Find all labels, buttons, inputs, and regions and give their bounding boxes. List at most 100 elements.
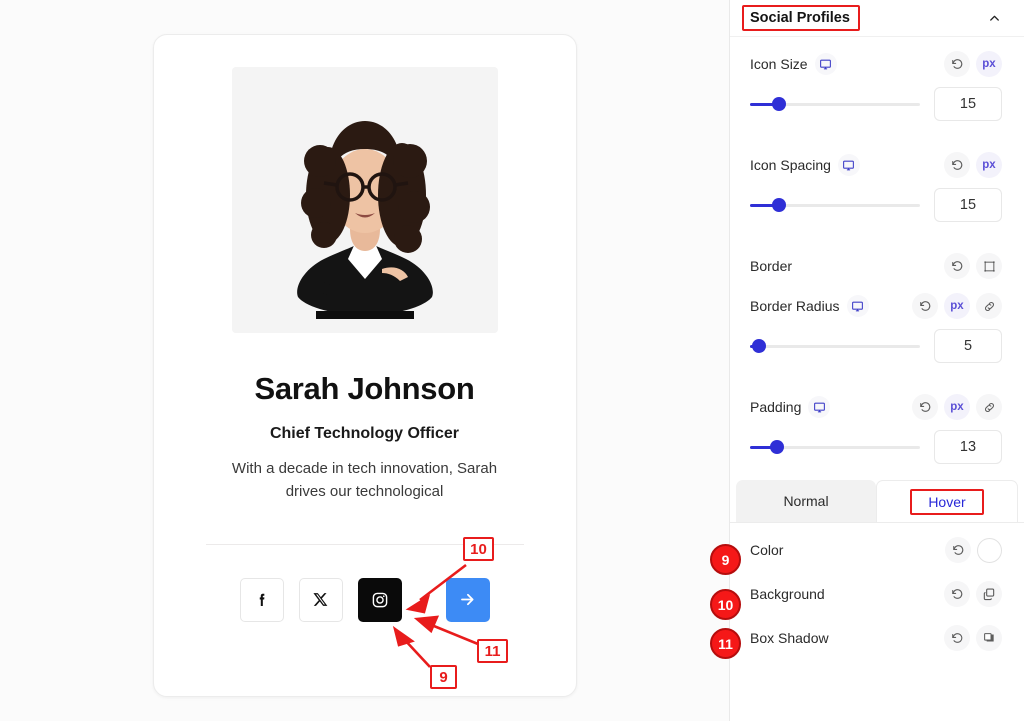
control-border: Border — [730, 249, 1024, 283]
reset-icon[interactable] — [944, 152, 970, 178]
avatar — [231, 67, 498, 333]
label-group: Padding — [750, 396, 831, 418]
border-radius-slider[interactable] — [750, 335, 920, 357]
reset-icon[interactable] — [945, 537, 971, 563]
slider-thumb[interactable] — [751, 339, 766, 353]
desktop-icon[interactable] — [837, 154, 860, 176]
slider-row: 5 — [750, 329, 1002, 363]
control-icon-spacing: Icon Spacing px 15 — [730, 148, 1024, 222]
tab-label: Normal — [783, 493, 829, 509]
tab-label: Hover — [910, 488, 985, 515]
reset-icon[interactable] — [944, 625, 970, 651]
control-header: Border Radius px — [750, 289, 1002, 323]
state-rows: Color Background Box Shadow — [730, 531, 1024, 657]
slider-row: 13 — [750, 430, 1002, 464]
social-button-facebook[interactable] — [239, 577, 284, 622]
reset-icon[interactable] — [944, 581, 970, 607]
control-label: Border Radius — [750, 298, 840, 314]
control-header: Icon Spacing px — [750, 148, 1002, 182]
slider-row: 15 — [750, 188, 1002, 222]
arrow-right-icon — [461, 593, 474, 606]
slider-thumb[interactable] — [770, 440, 785, 454]
row-box-shadow: Box Shadow — [750, 619, 1002, 657]
reset-icon[interactable] — [944, 51, 970, 77]
preview-canvas: Sarah Johnson Chief Technology Officer W… — [0, 0, 729, 721]
settings-panel: Social Profiles Icon Size px 15 Icon Spa… — [729, 0, 1024, 721]
chevron-up-icon[interactable] — [987, 11, 1002, 26]
desktop-icon[interactable] — [846, 295, 869, 317]
reset-icon[interactable] — [944, 253, 970, 279]
panel-title: Social Profiles — [750, 10, 850, 26]
instagram-icon — [372, 592, 387, 607]
icon-size-input[interactable]: 15 — [934, 87, 1002, 121]
x-twitter-icon — [313, 593, 328, 606]
slider-thumb[interactable] — [771, 97, 786, 111]
control-actions — [944, 253, 1002, 279]
padding-slider[interactable] — [750, 436, 920, 458]
page-title: Sarah Johnson — [254, 371, 475, 406]
social-profiles-row — [182, 577, 548, 622]
slider-row: 15 — [750, 87, 1002, 121]
profile-card: Sarah Johnson Chief Technology Officer W… — [152, 34, 577, 697]
row-actions — [945, 537, 1002, 563]
control-label: Icon Size — [750, 56, 808, 72]
control-icon-size: Icon Size px 15 — [730, 47, 1024, 121]
person-role: Chief Technology Officer — [269, 425, 460, 442]
control-label: Padding — [750, 399, 802, 415]
control-header: Icon Size px — [750, 47, 1002, 81]
box-shadow-glyph — [984, 633, 994, 642]
slider-thumb[interactable] — [771, 198, 786, 212]
social-button-arrow-cta[interactable] — [445, 577, 490, 622]
border-icon[interactable] — [976, 253, 1002, 279]
control-border-radius: Border Radius px 5 — [730, 289, 1024, 363]
row-actions — [944, 625, 1002, 651]
control-label: Icon Spacing — [750, 157, 831, 173]
control-actions: px — [912, 293, 1002, 319]
control-actions: px — [944, 51, 1002, 77]
unit-toggle-px[interactable]: px — [976, 152, 1002, 178]
slider-track — [750, 344, 920, 348]
row-color: Color — [750, 531, 1002, 569]
tab-normal[interactable]: Normal — [736, 480, 876, 522]
panel-header[interactable]: Social Profiles — [730, 0, 1024, 37]
row-label: Background — [750, 586, 825, 602]
card-divider — [205, 543, 524, 545]
layers-icon[interactable] — [976, 581, 1002, 607]
control-label: Border — [750, 258, 793, 274]
icon-size-slider[interactable] — [750, 93, 920, 115]
state-tabs: Normal Hover — [730, 480, 1024, 522]
control-header: Padding px — [750, 390, 1002, 424]
reset-icon[interactable] — [912, 394, 938, 420]
tab-hover[interactable]: Hover — [876, 480, 1018, 522]
link-icon[interactable] — [976, 394, 1002, 420]
row-label: Color — [750, 542, 784, 558]
icon-spacing-input[interactable]: 15 — [934, 188, 1002, 222]
app-root: Sarah Johnson Chief Technology Officer W… — [0, 0, 1024, 721]
desktop-icon[interactable] — [808, 396, 831, 418]
person-bio: With a decade in tech innovation, Sarah … — [231, 460, 498, 501]
border-radius-input[interactable]: 5 — [934, 329, 1002, 363]
row-background: Background — [750, 575, 1002, 613]
social-button-instagram[interactable] — [357, 577, 402, 622]
label-group: Icon Spacing — [750, 154, 860, 176]
unit-toggle-px[interactable]: px — [944, 394, 970, 420]
tabs-underline — [730, 522, 1024, 523]
facebook-icon — [259, 593, 264, 606]
unit-toggle-px[interactable]: px — [944, 293, 970, 319]
color-swatch[interactable] — [977, 537, 1002, 563]
reset-icon[interactable] — [912, 293, 938, 319]
desktop-icon[interactable] — [814, 53, 837, 75]
social-button-x-twitter[interactable] — [298, 577, 343, 622]
padding-input[interactable]: 13 — [934, 430, 1002, 464]
unit-toggle-px[interactable]: px — [976, 51, 1002, 77]
control-actions: px — [912, 394, 1002, 420]
row-label: Box Shadow — [750, 630, 829, 646]
portrait-photo-icon — [231, 83, 498, 333]
icon-spacing-slider[interactable] — [750, 194, 920, 216]
link-icon[interactable] — [976, 293, 1002, 319]
square-icon[interactable] — [976, 625, 1002, 651]
control-padding: Padding px 13 — [730, 390, 1024, 464]
row-actions — [944, 581, 1002, 607]
label-group: Icon Size — [750, 53, 837, 75]
label-group: Border Radius — [750, 295, 869, 317]
